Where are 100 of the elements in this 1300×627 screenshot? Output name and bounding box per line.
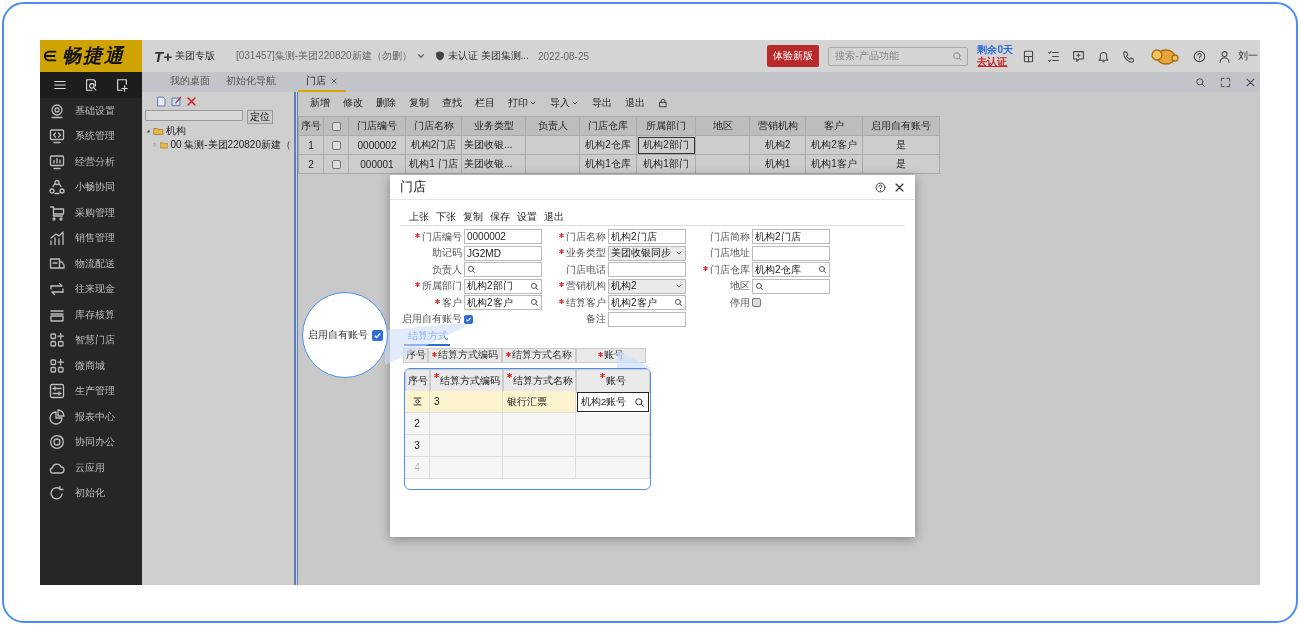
column-header: 营销机构 bbox=[749, 116, 806, 136]
document-search-icon[interactable] bbox=[84, 78, 98, 92]
search-icon bbox=[818, 265, 827, 274]
user-icon[interactable] bbox=[1218, 49, 1231, 63]
search-icon bbox=[530, 298, 539, 307]
phone-icon[interactable] bbox=[1122, 49, 1135, 63]
menu-item[interactable]: 销售管理 bbox=[75, 231, 115, 246]
toolbar-button[interactable]: 查找 bbox=[442, 96, 462, 110]
help-icon[interactable] bbox=[875, 181, 886, 193]
field-label: 所属部门 bbox=[415, 279, 462, 293]
text-field[interactable] bbox=[608, 311, 686, 327]
tree-node[interactable]: 机构 bbox=[145, 124, 291, 138]
lookup-field[interactable]: 机构2客户 bbox=[464, 295, 542, 310]
toolbar-button[interactable]: 打印 bbox=[508, 96, 537, 110]
calculator-icon[interactable] bbox=[1022, 49, 1035, 63]
field-label: 门店简称 bbox=[710, 229, 750, 244]
text-field[interactable]: JG2MD bbox=[464, 245, 542, 261]
toolbar-button[interactable]: 删除 bbox=[376, 96, 396, 110]
tab[interactable]: 我的桌面 bbox=[162, 72, 218, 92]
text-field[interactable]: 0000002 bbox=[464, 229, 542, 244]
toolbar-button[interactable]: 新增 bbox=[310, 96, 330, 110]
select-field[interactable]: 机构2 bbox=[608, 278, 686, 294]
lookup-field[interactable]: 机构2仓库 bbox=[752, 262, 830, 277]
toolbar-button[interactable]: 保存 bbox=[490, 210, 510, 224]
locate-button[interactable]: 定位 bbox=[247, 110, 273, 124]
toolbar-button[interactable]: 导入 bbox=[550, 96, 579, 110]
menu-item[interactable]: 往来现金 bbox=[75, 282, 115, 297]
menu-item[interactable]: 智慧门店 bbox=[75, 333, 115, 348]
menu-item[interactable]: 基础设置 bbox=[75, 103, 115, 118]
lookup-field[interactable]: 机构2部门 bbox=[464, 278, 542, 294]
lookup-field[interactable] bbox=[752, 278, 830, 294]
column-header: 启用自有账号 bbox=[862, 116, 940, 136]
bar-chart-icon bbox=[49, 230, 65, 247]
checkbox[interactable] bbox=[752, 298, 761, 307]
menu-item[interactable]: 采购管理 bbox=[75, 205, 115, 220]
menu-item[interactable]: 小畅协同 bbox=[75, 180, 115, 195]
menu-item[interactable]: 微商城 bbox=[75, 358, 105, 373]
column-header: 业务类型 bbox=[461, 116, 526, 136]
toolbar-button[interactable]: 栏目 bbox=[475, 96, 495, 110]
lookup-field[interactable] bbox=[464, 262, 542, 277]
checklist-icon[interactable] bbox=[1047, 49, 1060, 63]
close-icon[interactable] bbox=[1245, 76, 1256, 88]
toolbar-button[interactable]: 设置 bbox=[517, 210, 537, 224]
edit-document-icon[interactable] bbox=[171, 96, 182, 107]
caret-icon bbox=[675, 282, 683, 290]
menu-item[interactable]: 生产管理 bbox=[75, 384, 115, 399]
text-field[interactable] bbox=[752, 245, 830, 261]
bell-icon[interactable] bbox=[1097, 49, 1110, 63]
user-name[interactable]: 刘一 bbox=[1238, 49, 1260, 63]
text-field[interactable] bbox=[608, 262, 686, 277]
delete-icon[interactable] bbox=[186, 96, 197, 107]
grid-plus-icon bbox=[49, 332, 65, 349]
menu-item[interactable]: 初始化 bbox=[75, 486, 105, 501]
tab[interactable]: 初始化导航 bbox=[218, 72, 284, 92]
help-icon[interactable] bbox=[1193, 49, 1206, 63]
caret-icon bbox=[675, 249, 683, 257]
new-document-icon[interactable] bbox=[156, 96, 167, 107]
trial-button[interactable]: 体验新版 bbox=[767, 45, 820, 67]
tab[interactable]: 门店 bbox=[298, 72, 346, 92]
toolbar-button[interactable]: 导出 bbox=[592, 96, 612, 110]
toolbar-button[interactable]: 退出 bbox=[625, 96, 645, 110]
menu-item[interactable]: 报表中心 bbox=[75, 409, 115, 424]
column-header: 序号 bbox=[403, 347, 428, 363]
certify-link[interactable]: 去认证 bbox=[977, 56, 1013, 68]
toolbar-button[interactable]: 复制 bbox=[409, 96, 429, 110]
select-field[interactable]: 美团收银同步 bbox=[608, 245, 686, 261]
fullscreen-icon[interactable] bbox=[1220, 76, 1231, 88]
field-label: 地区 bbox=[730, 279, 750, 293]
close-icon[interactable] bbox=[894, 181, 905, 193]
menu-item[interactable]: 经营分析 bbox=[75, 154, 115, 169]
lock-icon[interactable] bbox=[658, 98, 668, 108]
toolbar-button[interactable]: 修改 bbox=[343, 96, 363, 110]
menu-item[interactable]: 协同办公 bbox=[75, 435, 115, 450]
text-field[interactable]: 机构2门店 bbox=[608, 229, 686, 244]
document-add-icon[interactable] bbox=[115, 78, 130, 92]
toolbar-button[interactable]: 上张 bbox=[409, 210, 429, 224]
required-mark-icon bbox=[703, 265, 708, 271]
lookup-field[interactable]: 机构2客户 bbox=[608, 295, 686, 310]
checkbox[interactable] bbox=[331, 160, 341, 170]
checkbox[interactable] bbox=[331, 122, 341, 132]
menu-item[interactable]: 云应用 bbox=[75, 460, 105, 475]
required-mark-icon bbox=[435, 298, 440, 304]
menu-item[interactable]: 系统管理 bbox=[75, 129, 115, 144]
menu-item[interactable]: 物流配送 bbox=[75, 256, 115, 271]
field-label: 门店电话 bbox=[566, 262, 606, 277]
field-label: 营销机构 bbox=[559, 279, 606, 293]
text-field[interactable]: 机构2门店 bbox=[752, 229, 830, 244]
locate-field[interactable] bbox=[145, 110, 243, 121]
checkbox[interactable] bbox=[464, 314, 473, 324]
column-header: 地区 bbox=[695, 116, 750, 136]
checkbox[interactable] bbox=[371, 329, 383, 341]
toolbar-button[interactable]: 退出 bbox=[544, 210, 564, 224]
toolbar-button[interactable]: 复制 bbox=[463, 210, 483, 224]
message-icon[interactable] bbox=[1072, 49, 1085, 63]
lookup-field[interactable]: 机构2账号 bbox=[577, 392, 649, 412]
menu-item[interactable]: 库存核算 bbox=[75, 307, 115, 322]
checkbox[interactable] bbox=[331, 141, 341, 151]
menu-icon[interactable] bbox=[52, 78, 67, 92]
account-selector[interactable]: [031457]集测-美团220820新建（勿删） bbox=[235, 49, 412, 63]
toolbar-button[interactable]: 下张 bbox=[436, 210, 456, 224]
